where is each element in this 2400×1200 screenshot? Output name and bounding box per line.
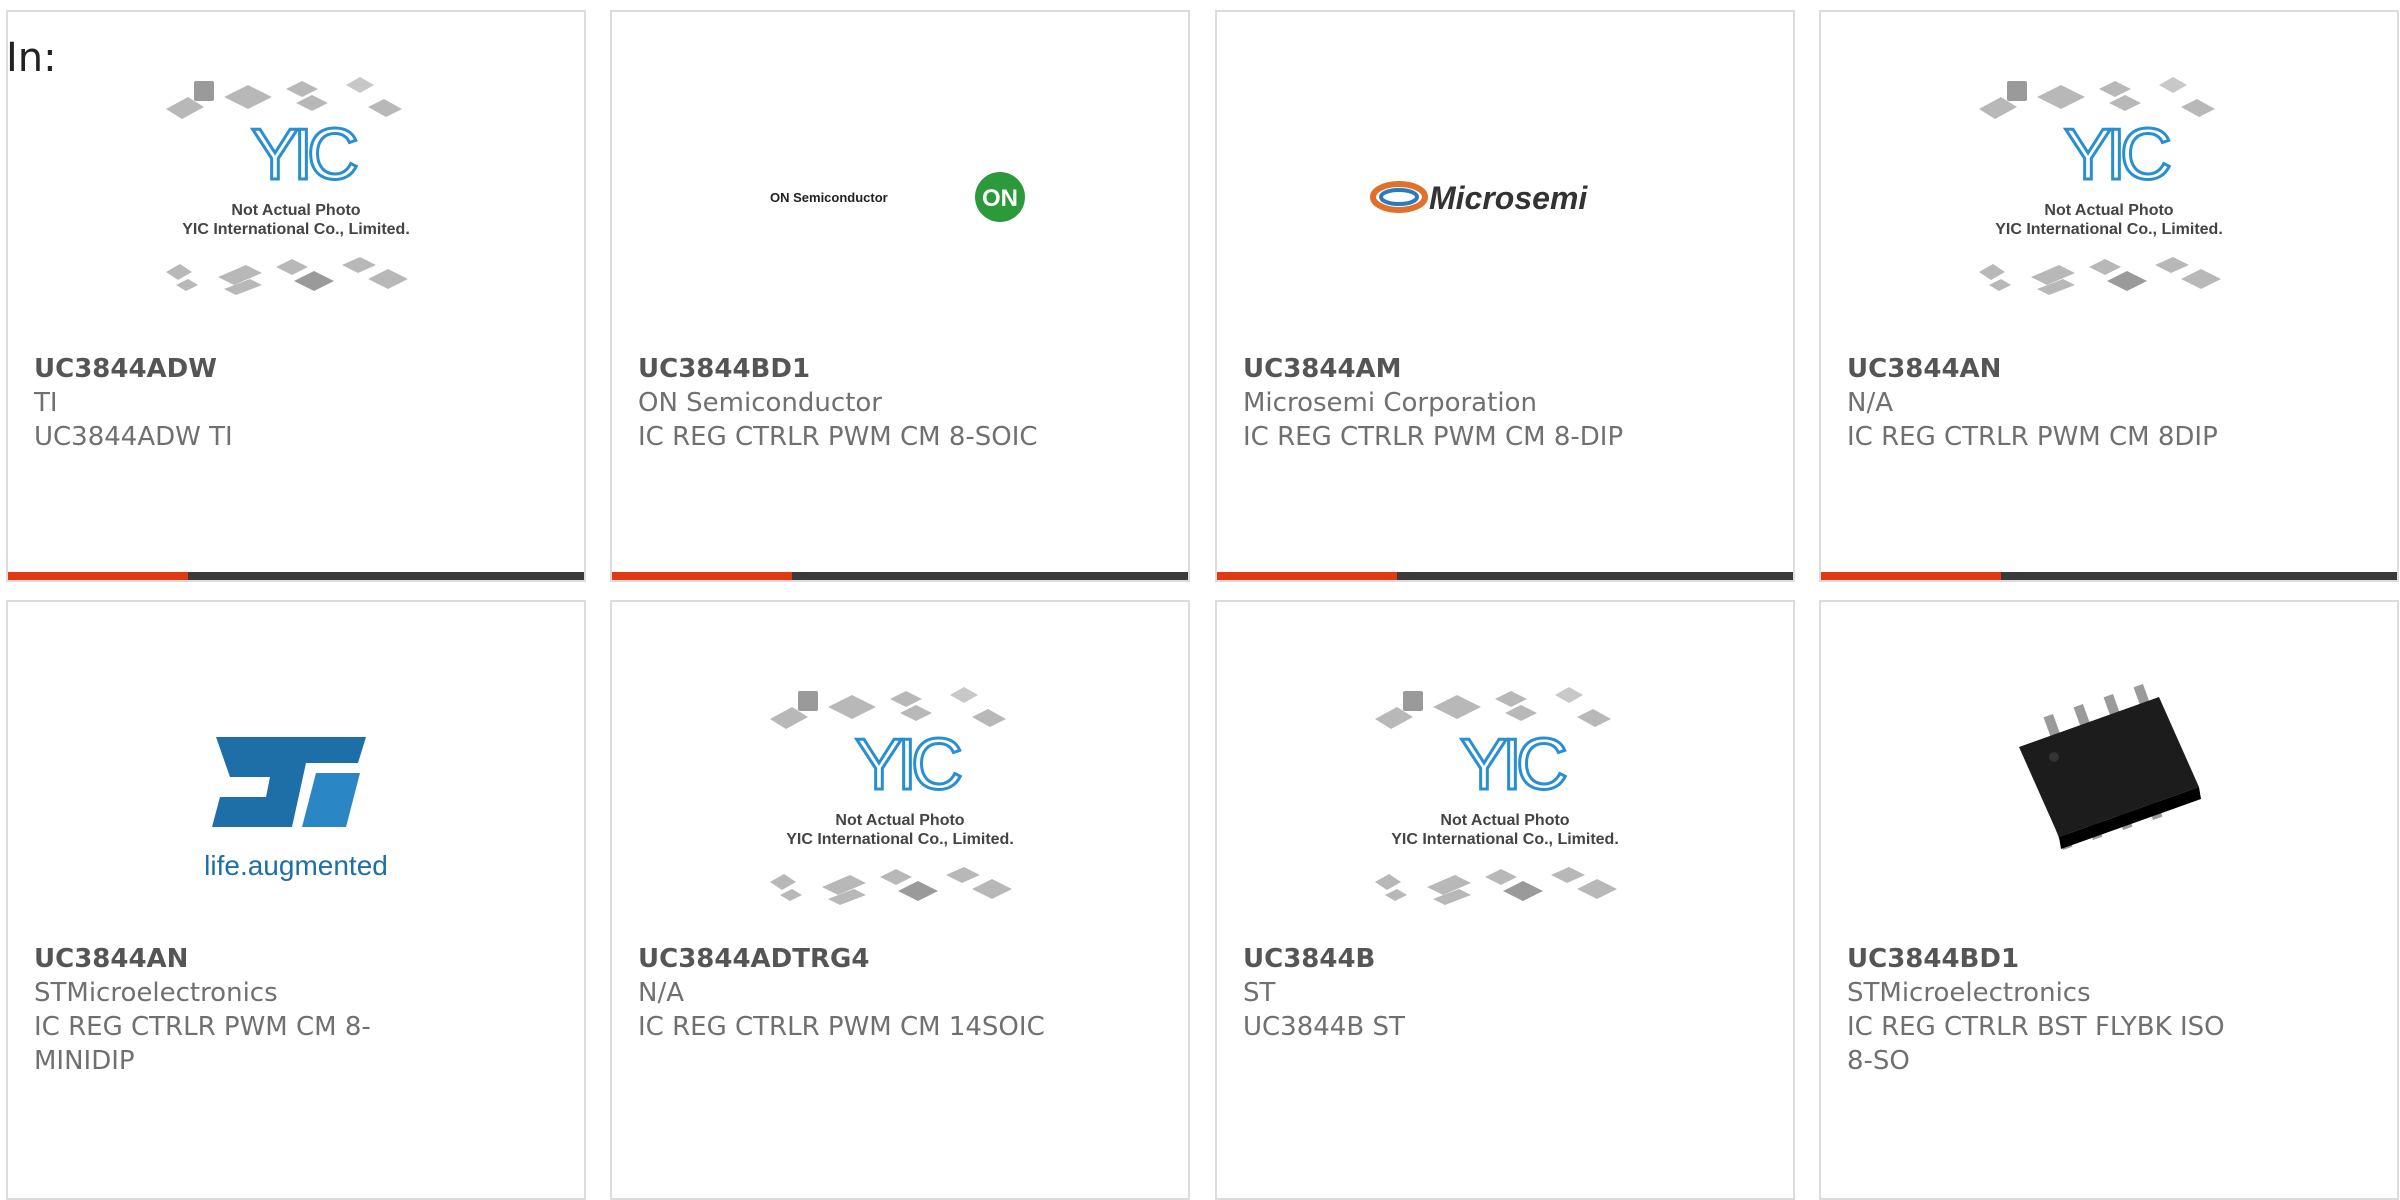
yic-placeholder-icon: YIC Not Actual Photo YIC International C… xyxy=(166,77,410,295)
product-info: UC3844ADTRG4 N/A IC REG CTRLR PWM CM 14S… xyxy=(638,942,1048,1044)
product-info: UC3844BD1 STMicroelectronics IC REG CTRL… xyxy=(1847,942,2257,1078)
product-card[interactable]: YIC Not Actual Photo YIC International C… xyxy=(1215,600,1795,1200)
yic-placeholder-icon: YIC Not Actual Photo YIC International C… xyxy=(770,687,1014,905)
card-bottom-bar xyxy=(8,572,584,580)
st-logo-icon: life.augmented xyxy=(204,737,388,881)
product-card[interactable]: YIC Not Actual Photo YIC International C… xyxy=(6,10,586,582)
description: IC REG CTRLR PWM CM 8-SOIC xyxy=(638,422,1038,452)
svg-text:YIC International Co., Limited: YIC International Co., Limited. xyxy=(786,831,1014,848)
yic-placeholder-icon: YIC Not Actual Photo YIC International C… xyxy=(1375,687,1619,905)
card-bottom-bar xyxy=(612,572,1188,580)
part-number[interactable]: UC3844AN xyxy=(34,942,444,976)
product-info: UC3844B ST UC3844B ST xyxy=(1243,942,1653,1044)
part-number[interactable]: UC3844AN xyxy=(1847,352,2257,386)
manufacturer: STMicroelectronics xyxy=(1847,978,2091,1008)
section-heading: In: xyxy=(6,35,57,81)
product-info: UC3844AM Microsemi Corporation IC REG CT… xyxy=(1243,352,1653,454)
product-image[interactable]: YIC Not Actual Photo YIC International C… xyxy=(8,62,584,322)
product-card[interactable]: YIC Not Actual Photo YIC International C… xyxy=(610,600,1190,1200)
card-bottom-bar xyxy=(1217,572,1793,580)
svg-text:YIC: YIC xyxy=(855,725,961,805)
card-bottom-bar xyxy=(1821,572,2397,580)
part-number[interactable]: UC3844AM xyxy=(1243,352,1653,386)
svg-text:YIC International Co., Limited: YIC International Co., Limited. xyxy=(182,221,410,238)
svg-text:YIC International Co., Limited: YIC International Co., Limited. xyxy=(1391,831,1619,848)
manufacturer: N/A xyxy=(1847,388,1893,418)
soic-chip-icon xyxy=(2019,683,2201,851)
product-card[interactable]: Microsemi UC3844AM Microsemi Corporation… xyxy=(1215,10,1795,582)
svg-text:Microsemi: Microsemi xyxy=(1429,180,1588,216)
manufacturer: Microsemi Corporation xyxy=(1243,388,1537,418)
product-info: UC3844AN STMicroelectronics IC REG CTRLR… xyxy=(34,942,444,1078)
yic-placeholder-icon: YIC Not Actual Photo YIC International C… xyxy=(1979,77,2223,295)
part-number[interactable]: UC3844ADTRG4 xyxy=(638,942,1048,976)
svg-text:Not Actual Photo: Not Actual Photo xyxy=(2044,202,2173,219)
product-image[interactable] xyxy=(1821,672,2397,932)
svg-text:YIC: YIC xyxy=(2064,115,2170,195)
svg-text:Not Actual Photo: Not Actual Photo xyxy=(231,202,360,219)
product-card[interactable]: ON Semiconductor ON UC3844BD1 ON Semicon… xyxy=(610,10,1190,582)
manufacturer: N/A xyxy=(638,978,684,1008)
description: IC REG CTRLR PWM CM 8-MINIDIP xyxy=(34,1012,371,1076)
part-number[interactable]: UC3844BD1 xyxy=(1847,942,2257,976)
description: IC REG CTRLR PWM CM 8-DIP xyxy=(1243,422,1624,452)
svg-text:Not Actual Photo: Not Actual Photo xyxy=(835,812,964,829)
product-image[interactable]: YIC Not Actual Photo YIC International C… xyxy=(612,672,1188,932)
description: UC3844ADW TI xyxy=(34,422,233,452)
description: IC REG CTRLR BST FLYBK ISO 8-SO xyxy=(1847,1012,2225,1076)
manufacturer: ST xyxy=(1243,978,1276,1008)
product-image[interactable]: YIC Not Actual Photo YIC International C… xyxy=(1821,62,2397,322)
product-info: UC3844ADW TI UC3844ADW TI xyxy=(34,352,444,454)
product-info: UC3844AN N/A IC REG CTRLR PWM CM 8DIP xyxy=(1847,352,2257,454)
manufacturer: TI xyxy=(34,388,58,418)
part-number[interactable]: UC3844B xyxy=(1243,942,1653,976)
svg-text:YIC: YIC xyxy=(1460,725,1566,805)
manufacturer: STMicroelectronics xyxy=(34,978,278,1008)
manufacturer: ON Semiconductor xyxy=(638,388,882,418)
description: UC3844B ST xyxy=(1243,1012,1405,1042)
product-image[interactable]: YIC Not Actual Photo YIC International C… xyxy=(1217,672,1793,932)
svg-text:YIC: YIC xyxy=(251,115,357,195)
product-image[interactable]: ON Semiconductor ON xyxy=(612,62,1188,322)
svg-text:ON Semiconductor: ON Semiconductor xyxy=(770,190,888,205)
svg-text:Not Actual Photo: Not Actual Photo xyxy=(1440,812,1569,829)
product-card[interactable]: UC3844BD1 STMicroelectronics IC REG CTRL… xyxy=(1819,600,2399,1200)
product-image[interactable]: life.augmented xyxy=(8,672,584,932)
description: IC REG CTRLR PWM CM 8DIP xyxy=(1847,422,2218,452)
svg-text:ON: ON xyxy=(982,185,1018,212)
product-image[interactable]: Microsemi xyxy=(1217,62,1793,322)
part-number[interactable]: UC3844BD1 xyxy=(638,352,1048,386)
product-card[interactable]: YIC Not Actual Photo YIC International C… xyxy=(1819,10,2399,582)
product-card[interactable]: life.augmented UC3844AN STMicroelectroni… xyxy=(6,600,586,1200)
microsemi-logo-icon: Microsemi xyxy=(1370,180,1588,216)
part-number[interactable]: UC3844ADW xyxy=(34,352,444,386)
description: IC REG CTRLR PWM CM 14SOIC xyxy=(638,1012,1045,1042)
on-semiconductor-logo-icon: ON Semiconductor ON xyxy=(770,172,1025,222)
product-info: UC3844BD1 ON Semiconductor IC REG CTRLR … xyxy=(638,352,1048,454)
svg-text:YIC International Co., Limited: YIC International Co., Limited. xyxy=(1995,221,2223,238)
svg-text:life.augmented: life.augmented xyxy=(204,850,388,881)
